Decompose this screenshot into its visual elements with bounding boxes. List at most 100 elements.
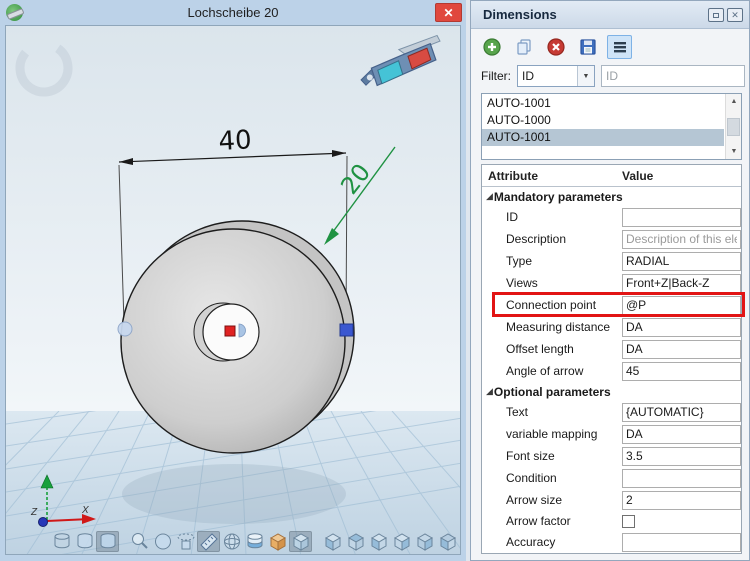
table-row: Text xyxy=(482,401,741,423)
window-titlebar[interactable]: Lochscheibe 20 ✕ xyxy=(0,0,466,25)
dimensions-panel: Dimensions ✕ xyxy=(470,0,750,561)
table-row: variable mapping xyxy=(482,423,741,445)
table-row: Measuring distance xyxy=(482,316,741,338)
panel-toolbar xyxy=(479,35,632,59)
table-row: Connection point xyxy=(482,294,741,316)
attribute-label: Angle of arrow xyxy=(482,364,622,378)
cube-view-top-icon[interactable] xyxy=(344,531,367,552)
value-input[interactable] xyxy=(622,230,741,249)
value-input[interactable] xyxy=(622,318,741,337)
attribute-column-header: Attribute xyxy=(482,169,622,183)
value-input[interactable] xyxy=(622,447,741,466)
panel-title: Dimensions xyxy=(483,7,557,22)
attribute-label: Font size xyxy=(482,449,622,463)
copy-button[interactable] xyxy=(511,35,536,59)
left-edge-point-marker[interactable] xyxy=(118,322,132,336)
attribute-label: variable mapping xyxy=(482,427,622,441)
cylinder-liquid-icon[interactable] xyxy=(243,531,266,552)
value-input[interactable] xyxy=(622,208,741,227)
center-point-marker[interactable] xyxy=(225,326,235,336)
attribute-label: Arrow factor xyxy=(482,514,622,528)
table-row: Condition xyxy=(482,467,741,489)
value-input[interactable] xyxy=(622,425,741,444)
filter-search-input[interactable] xyxy=(601,65,745,87)
sphere-shaded-icon[interactable] xyxy=(151,531,174,552)
scroll-down-icon[interactable]: ▼ xyxy=(726,144,742,159)
value-input[interactable] xyxy=(622,469,741,488)
cube-view-back-icon[interactable] xyxy=(413,531,436,552)
restore-icon xyxy=(713,13,719,18)
list-scrollbar[interactable]: ▲ ▼ xyxy=(725,94,741,159)
table-row: ID xyxy=(482,206,741,228)
filter-dropdown[interactable]: ID ▼ xyxy=(517,65,595,87)
close-button[interactable]: ✕ xyxy=(435,3,462,22)
box-orange-icon[interactable] xyxy=(266,531,289,552)
menu-button[interactable] xyxy=(607,35,632,59)
value-input[interactable] xyxy=(622,491,741,510)
save-button[interactable] xyxy=(575,35,600,59)
attribute-label: Accuracy xyxy=(482,535,622,549)
menu-lines-icon xyxy=(611,38,629,56)
list-item[interactable]: AUTO-1001 xyxy=(482,129,724,146)
attribute-label: Text xyxy=(482,405,622,419)
disc-reflection xyxy=(122,464,346,524)
table-row: Arrow size xyxy=(482,489,741,511)
add-button[interactable] xyxy=(479,35,504,59)
sphere-mesh-icon[interactable] xyxy=(220,531,243,552)
right-edge-point-marker[interactable] xyxy=(340,324,353,336)
zoom-icon[interactable] xyxy=(128,531,151,552)
section-label: Mandatory parameters xyxy=(494,190,623,204)
value-input[interactable] xyxy=(622,403,741,422)
value-input[interactable] xyxy=(622,274,741,293)
delete-red-icon xyxy=(546,37,566,57)
value-input[interactable] xyxy=(622,252,741,271)
cylinder-wireframe-icon[interactable] xyxy=(50,531,73,552)
expander-icon[interactable]: ◢ xyxy=(486,191,493,202)
measure-ruler-icon[interactable] xyxy=(197,531,220,552)
3d-viewport[interactable]: 40 20 xyxy=(5,25,461,555)
panel-close-icon: ✕ xyxy=(731,10,739,21)
attribute-label: Views xyxy=(482,276,622,290)
panel-close-button[interactable]: ✕ xyxy=(727,8,743,22)
attribute-label: Offset length xyxy=(482,342,622,356)
value-input[interactable] xyxy=(622,362,741,381)
scroll-up-icon[interactable]: ▲ xyxy=(726,94,742,109)
cube-view-right-icon[interactable] xyxy=(390,531,413,552)
filter-dropdown-value: ID xyxy=(518,66,577,86)
panel-header[interactable]: Dimensions ✕ xyxy=(471,1,749,29)
table-row: Arrow factor xyxy=(482,511,741,531)
dimension-list[interactable]: AUTO-1001AUTO-1000AUTO-1001 ▲ ▼ xyxy=(481,93,742,160)
expander-icon[interactable]: ◢ xyxy=(486,386,493,397)
cube-shaded-icon[interactable] xyxy=(289,531,312,552)
cube-view-bottom-icon[interactable] xyxy=(436,531,459,552)
cube-view-iso-icon[interactable] xyxy=(459,531,461,552)
value-column-header: Value xyxy=(622,169,653,183)
scroll-thumb[interactable] xyxy=(727,118,740,136)
value-input[interactable] xyxy=(622,533,741,552)
list-item[interactable]: AUTO-1000 xyxy=(482,112,724,129)
viewport-scene: 40 20 xyxy=(6,26,461,555)
delete-button[interactable] xyxy=(543,35,568,59)
cube-view-left-icon[interactable] xyxy=(367,531,390,552)
table-row: Font size xyxy=(482,445,741,467)
chevron-down-icon[interactable]: ▼ xyxy=(577,66,594,86)
restore-button[interactable] xyxy=(708,8,724,22)
table-row: Angle of arrow xyxy=(482,360,741,382)
value-input[interactable] xyxy=(622,296,741,315)
table-row: Accuracy xyxy=(482,531,741,553)
filter-row: Filter: ID ▼ xyxy=(481,65,745,87)
axis-x-label: X xyxy=(81,505,89,516)
attribute-label: Arrow size xyxy=(482,493,622,507)
copy-pages-icon xyxy=(514,37,534,57)
cylinder-rotate-icon[interactable] xyxy=(174,531,197,552)
cube-view-front-icon[interactable] xyxy=(321,531,344,552)
cylinder-solid-icon[interactable] xyxy=(96,531,119,552)
plus-green-icon xyxy=(482,37,502,57)
attribute-label: Condition xyxy=(482,471,622,485)
checkbox[interactable] xyxy=(622,515,635,528)
cylinder-shaded-icon[interactable] xyxy=(73,531,96,552)
list-item[interactable]: AUTO-1001 xyxy=(482,95,724,112)
window-title: Lochscheibe 20 xyxy=(0,5,466,20)
value-input[interactable] xyxy=(622,340,741,359)
attribute-label: Type xyxy=(482,254,622,268)
